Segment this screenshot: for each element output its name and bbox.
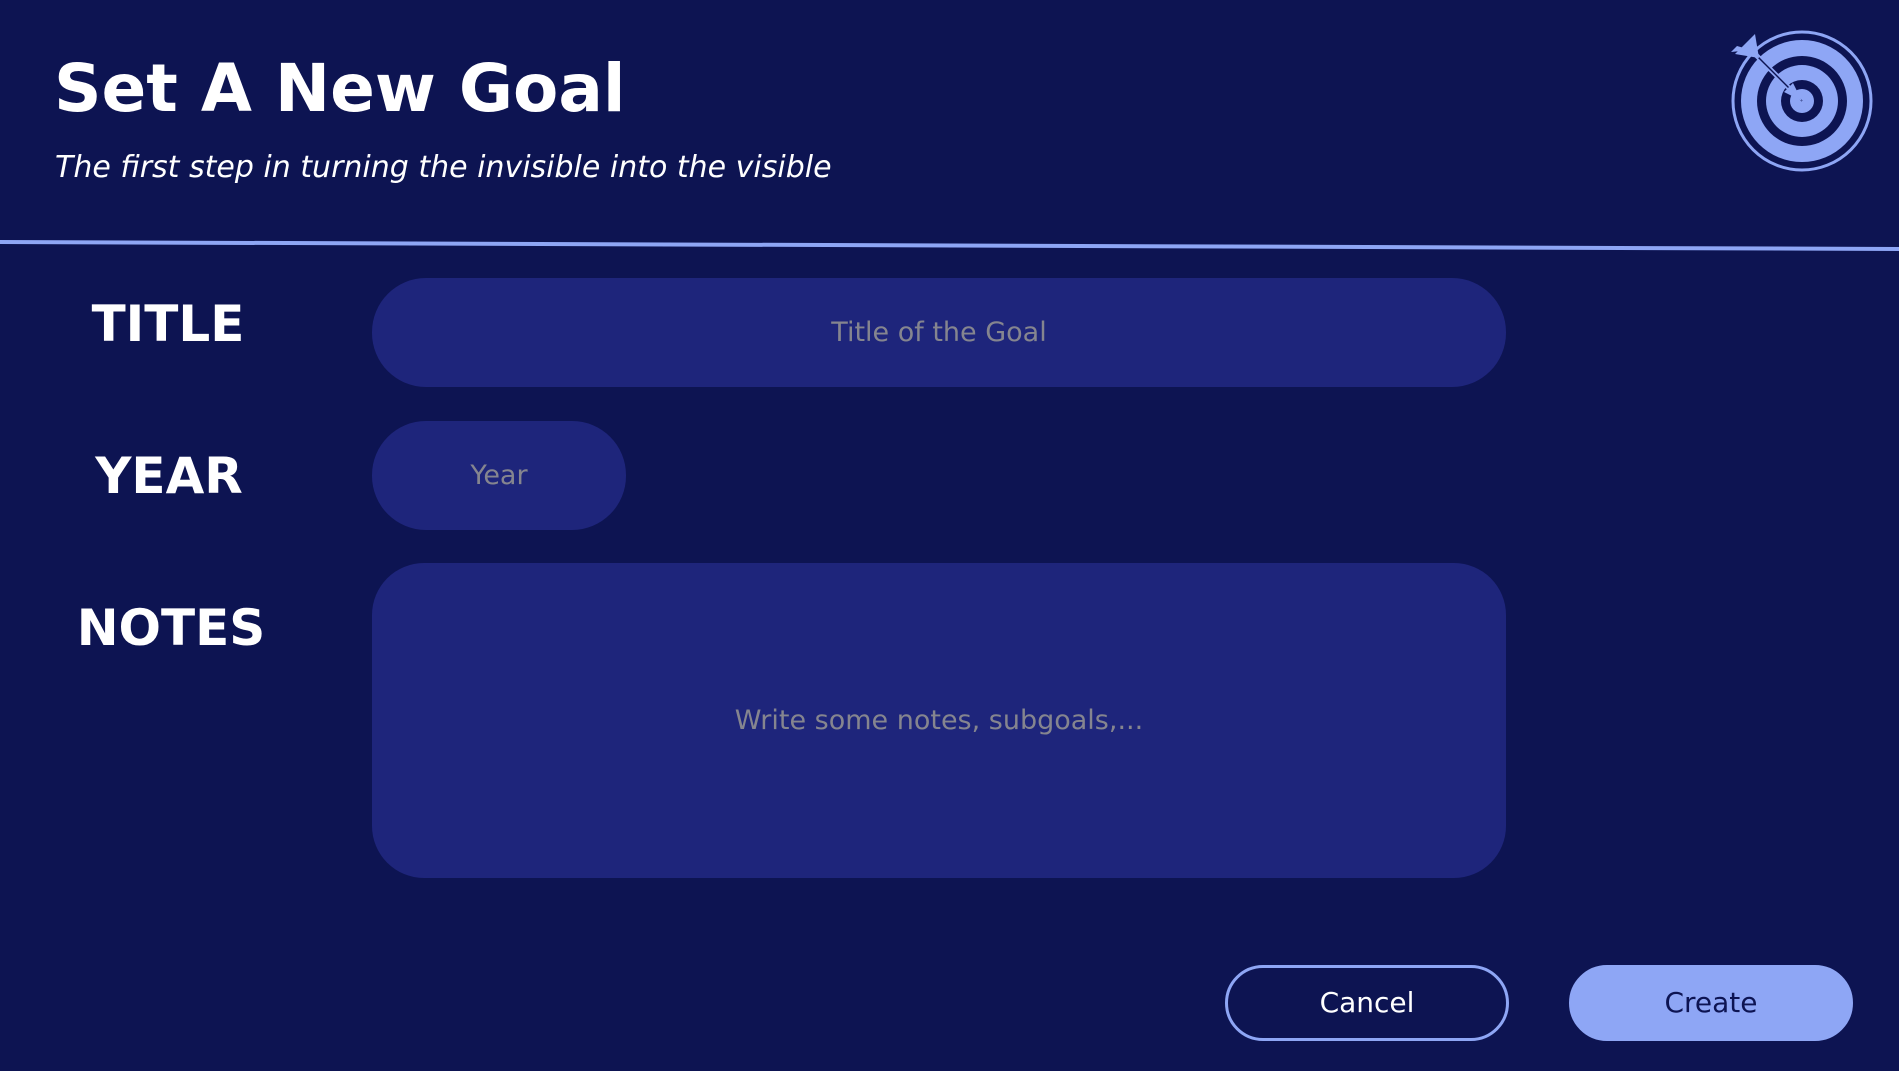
goal-form-page: Set A New Goal The first step in turning… xyxy=(0,0,1899,1071)
goal-notes-textarea[interactable] xyxy=(372,563,1506,878)
year-label: YEAR xyxy=(95,447,243,505)
header-divider xyxy=(0,240,1899,251)
page-title: Set A New Goal xyxy=(54,50,626,127)
target-arrow-icon xyxy=(1731,30,1873,172)
notes-label: NOTES xyxy=(76,599,266,657)
goal-title-input[interactable] xyxy=(372,278,1506,387)
title-label: TITLE xyxy=(91,295,245,353)
create-button[interactable]: Create xyxy=(1569,965,1853,1041)
page-subtitle: The first step in turning the invisible … xyxy=(55,150,832,185)
cancel-button[interactable]: Cancel xyxy=(1225,965,1509,1041)
goal-year-input[interactable] xyxy=(372,421,626,530)
